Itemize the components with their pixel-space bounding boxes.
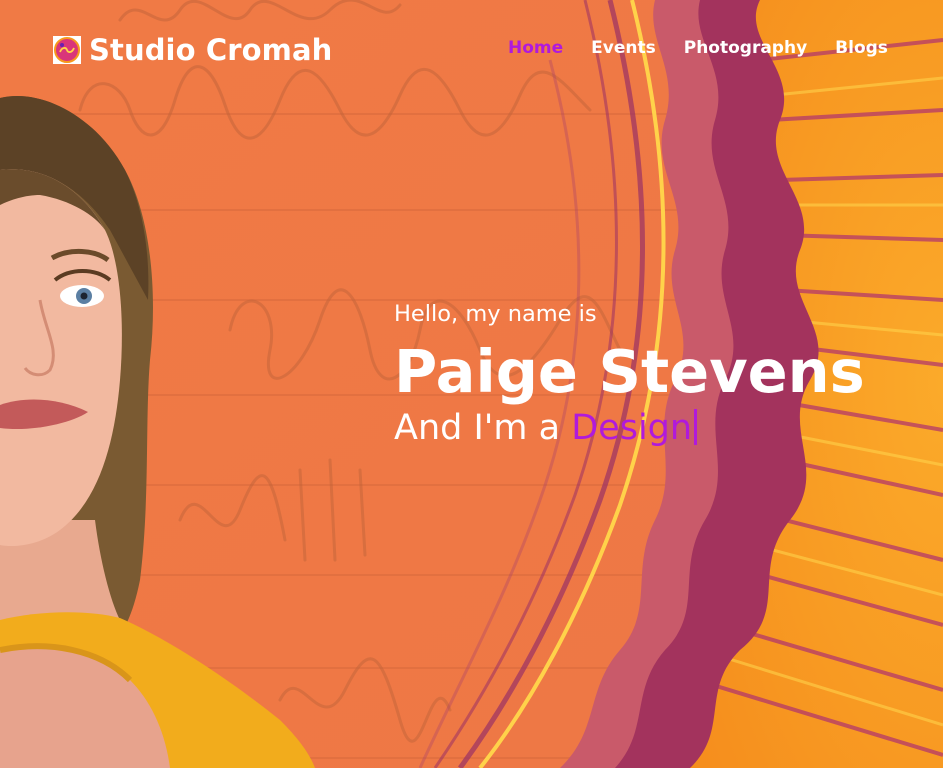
hero-section: Hello, my name is Paige Stevens And I'm … [394, 296, 934, 450]
portrait-photo [0, 95, 315, 768]
main-nav: Home Events Photography Blogs [508, 38, 888, 58]
brand-name: Studio Cromah [89, 33, 333, 67]
nav-item-home[interactable]: Home [508, 38, 563, 58]
hero-name-heading: Paige Stevens [394, 337, 865, 406]
nav-item-photography[interactable]: Photography [684, 38, 807, 58]
nav-item-blogs[interactable]: Blogs [835, 38, 888, 58]
hero-intro: Hello, my name is [394, 301, 597, 327]
brand-link[interactable]: Studio Cromah [53, 28, 332, 72]
studio-logo-icon [53, 36, 81, 64]
hero-role-prefix: And I'm a [394, 408, 572, 448]
top-navbar: Studio Cromah Home Events Photography Bl… [0, 0, 943, 100]
typing-cursor [694, 409, 698, 445]
nav-item-events[interactable]: Events [591, 38, 656, 58]
hero-role-typed: Design [571, 408, 693, 448]
hero-role-line: And I'm a Design [394, 406, 934, 450]
